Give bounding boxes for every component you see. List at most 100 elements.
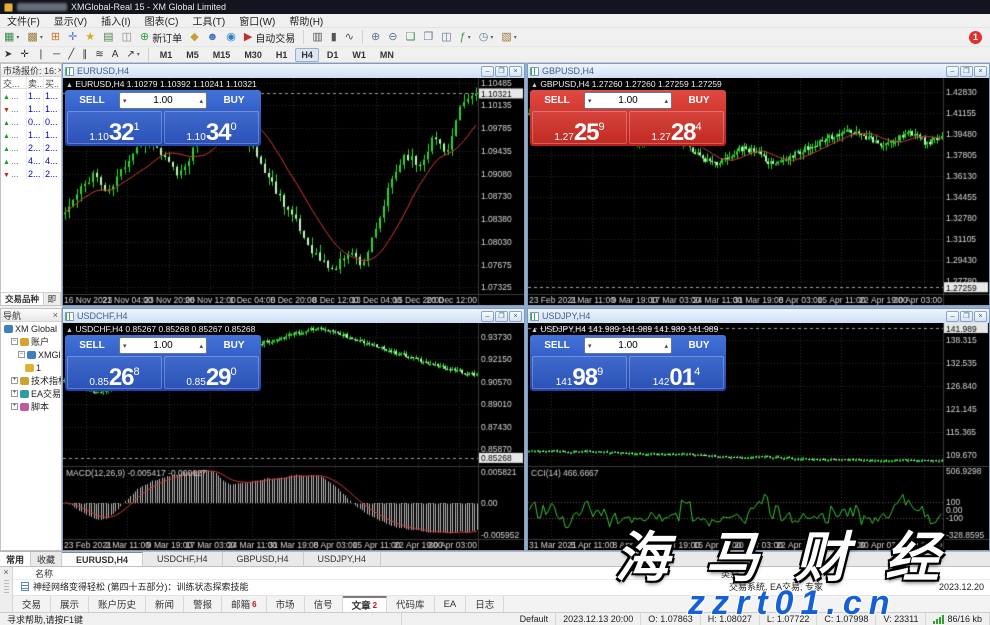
terminal-tab-代码库[interactable]: 代码库 xyxy=(387,596,435,612)
terminal-tab-文章[interactable]: 文章2 xyxy=(343,596,387,612)
market-watch-tab-1[interactable]: 即 xyxy=(44,293,61,305)
zoom-in-button[interactable]: ⊕ xyxy=(368,29,383,45)
fibonacci-tool[interactable]: ≋ xyxy=(92,47,106,63)
lot-increase-icon[interactable]: ▴ xyxy=(661,342,671,350)
market-watch-row[interactable]: ▲...1...1... xyxy=(1,128,61,141)
data-window-toggle[interactable]: ✛ xyxy=(65,29,80,45)
metaeditor-button[interactable]: ◆ xyxy=(187,29,201,45)
sell-button[interactable]: SELL xyxy=(532,92,582,109)
lot-increase-icon[interactable]: ▴ xyxy=(196,97,206,105)
close-icon[interactable]: × xyxy=(52,310,59,320)
lot-value[interactable]: 1.00 xyxy=(130,340,197,351)
indicators-button[interactable]: ƒ▾ xyxy=(457,29,474,45)
menu-item-1[interactable]: 显示(V) xyxy=(47,13,94,28)
lot-value[interactable]: 1.00 xyxy=(130,95,197,106)
sell-price[interactable]: 141989 xyxy=(532,356,627,389)
tile-windows-button[interactable]: ❏ xyxy=(402,29,418,45)
sell-button[interactable]: SELL xyxy=(532,337,582,354)
new-order-button[interactable]: ⊕新订单 xyxy=(137,29,185,45)
sell-price[interactable]: 0.85268 xyxy=(67,356,162,389)
terminal-tab-警报[interactable]: 警报 xyxy=(184,596,222,612)
tree-toggle-icon[interactable]: + xyxy=(11,403,18,410)
column-bid[interactable]: 卖... xyxy=(27,77,44,88)
chart-tab-gbpusd-h4[interactable]: GBPUSD,H4 xyxy=(223,552,304,566)
minimize-button[interactable]: – xyxy=(946,311,959,322)
lot-decrease-icon[interactable]: ▾ xyxy=(120,97,130,105)
horizontal-line-tool[interactable]: ─ xyxy=(50,47,63,63)
terminal-tab-展示[interactable]: 展示 xyxy=(51,596,89,612)
tree-toggle-icon[interactable]: − xyxy=(18,351,25,358)
cascade-windows-button[interactable]: ❐ xyxy=(420,29,436,45)
chart-window-titlebar[interactable]: USDJPY,H4 – ❐ × xyxy=(528,309,989,323)
navigator-tab-1[interactable]: 收藏 xyxy=(31,552,62,566)
chart-tab-eurusd-h4[interactable]: EURUSD,H4 xyxy=(62,552,143,566)
timeframe-w1[interactable]: W1 xyxy=(346,48,372,62)
terminal-tab-EA[interactable]: EA xyxy=(435,596,467,612)
terminal-tab-市场[interactable]: 市场 xyxy=(267,596,305,612)
restore-button[interactable]: ❐ xyxy=(960,311,973,322)
timeframe-m15[interactable]: M15 xyxy=(207,48,237,62)
lot-size-field[interactable]: ▾ 1.00 ▴ xyxy=(584,92,672,109)
timeframe-d1[interactable]: D1 xyxy=(321,48,345,62)
navigator-item[interactable]: +EA交易 xyxy=(1,387,61,400)
menu-item-3[interactable]: 图表(C) xyxy=(138,13,186,28)
terminal-tab-邮箱[interactable]: 邮箱6 xyxy=(222,596,266,612)
lot-size-field[interactable]: ▾ 1.00 ▴ xyxy=(119,337,207,354)
restore-button[interactable]: ❐ xyxy=(495,66,508,77)
candlestick-chart-button[interactable]: ▮ xyxy=(328,29,340,45)
strategy-tester-toggle[interactable]: ◫ xyxy=(119,29,135,45)
market-watch-row[interactable]: ▼...1...1... xyxy=(1,102,61,115)
menu-item-4[interactable]: 工具(T) xyxy=(185,13,232,28)
sell-button[interactable]: SELL xyxy=(67,92,117,109)
lot-decrease-icon[interactable]: ▾ xyxy=(585,342,595,350)
terminal-tab-新闻[interactable]: 新闻 xyxy=(146,596,184,612)
close-icon[interactable]: × xyxy=(3,567,8,577)
column-symbol[interactable]: 交... xyxy=(1,77,27,88)
timeframe-m5[interactable]: M5 xyxy=(180,48,205,62)
column-ask[interactable]: 买... xyxy=(44,77,59,88)
navigator-item[interactable]: +技术指标 xyxy=(1,374,61,387)
lot-decrease-icon[interactable]: ▾ xyxy=(120,342,130,350)
close-button[interactable]: × xyxy=(509,311,522,322)
navigator-item[interactable]: −账户 xyxy=(1,335,61,348)
notifications-badge[interactable]: 1 xyxy=(969,31,982,44)
navigator-tab-0[interactable]: 常用 xyxy=(0,552,31,566)
minimize-button[interactable]: – xyxy=(946,66,959,77)
arrange-windows-button[interactable]: ◫ xyxy=(438,29,454,45)
lot-size-field[interactable]: ▾ 1.00 ▴ xyxy=(584,337,672,354)
navigator-item[interactable]: −XMGlobal-Real 15 xyxy=(1,348,61,361)
lot-increase-icon[interactable]: ▴ xyxy=(661,97,671,105)
market-watch-row[interactable]: ▲...0...0... xyxy=(1,115,61,128)
drag-handle[interactable] xyxy=(4,580,9,594)
chart-tab-usdjpy-h4[interactable]: USDJPY,H4 xyxy=(304,552,381,566)
market-watch-toggle[interactable]: ⊞ xyxy=(48,29,63,45)
buy-button[interactable]: BUY xyxy=(674,92,724,109)
line-chart-button[interactable]: ∿ xyxy=(342,29,357,45)
close-icon[interactable]: × xyxy=(57,65,61,75)
sell-price[interactable]: 1.27259 xyxy=(532,111,627,144)
autotrading-toggle[interactable]: ▶自动交易 xyxy=(241,29,298,45)
sell-button[interactable]: SELL xyxy=(67,337,117,354)
terminal-tab-账户历史[interactable]: 账户历史 xyxy=(89,596,146,612)
timeframe-mn[interactable]: MN xyxy=(374,48,400,62)
timeframe-m30[interactable]: M30 xyxy=(238,48,268,62)
market-watch-row[interactable]: ▲...1...1... xyxy=(1,89,61,102)
chart-tab-usdchf-h4[interactable]: USDCHF,H4 xyxy=(143,552,223,566)
tree-toggle-icon[interactable]: − xyxy=(11,338,18,345)
menu-item-6[interactable]: 帮助(H) xyxy=(282,13,330,28)
menu-item-2[interactable]: 插入(I) xyxy=(94,13,137,28)
menu-item-0[interactable]: 文件(F) xyxy=(0,13,47,28)
terminal-tab-日志[interactable]: 日志 xyxy=(466,596,504,612)
sell-price[interactable]: 1.10321 xyxy=(67,111,162,144)
timeframe-h1[interactable]: H1 xyxy=(270,48,294,62)
navigator-item[interactable]: XM Global xyxy=(1,322,61,335)
text-tool[interactable]: A xyxy=(109,47,122,63)
terminal-tab-交易[interactable]: 交易 xyxy=(13,596,51,612)
buy-price[interactable]: 0.85290 xyxy=(164,356,259,389)
status-profile[interactable]: Default xyxy=(513,613,557,625)
market-watch-row[interactable]: ▼...2...2... xyxy=(1,167,61,180)
profiles-button[interactable]: ▩▾ xyxy=(24,29,45,45)
navigator-item[interactable]: 1 xyxy=(1,361,61,374)
new-chart-button[interactable]: ▦▾ xyxy=(1,29,22,45)
terminal-toggle[interactable]: ▤ xyxy=(100,29,116,45)
